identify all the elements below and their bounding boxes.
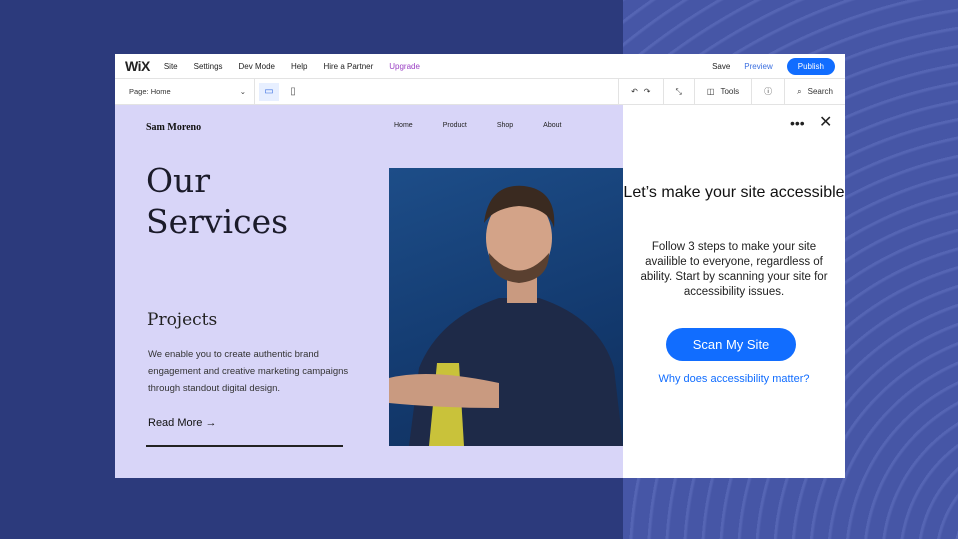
wix-logo: WiX [125,58,150,74]
undo-redo: ↶ ↷ [618,79,662,104]
tools-label: Tools [720,87,740,96]
why-accessibility-link[interactable]: Why does accessibility matter? [623,373,845,385]
search-icon: ⌕ [797,86,802,96]
search-label: Search [807,87,833,96]
help-icon[interactable]: ⓘ [751,79,784,104]
portrait-photo [389,168,623,446]
page-title: Our Services [146,161,289,241]
accessibility-panel: ••• ✕ Let’s make your site accessible Fo… [623,105,845,478]
panel-description: Follow 3 steps to make your site availib… [640,241,828,298]
read-more-link[interactable]: Read More → [148,417,216,429]
page-selector[interactable]: Page: Home ⌄ [115,79,255,104]
chevron-down-icon: ⌄ [239,87,246,96]
site-nav: Home Product Shop About [394,122,591,129]
more-options-icon[interactable]: ••• [790,115,805,131]
panel-title: Let’s make your site accessible [623,184,845,201]
desktop-icon[interactable]: ▭ [259,82,279,101]
site-brand: Sam Moreno [146,122,202,133]
page-value: Home [150,87,171,96]
nav-product[interactable]: Product [443,122,467,129]
site-canvas[interactable]: Sam Moreno Home Product Shop About Our Se… [115,105,623,478]
page-label: Page: [129,87,149,96]
tools-icon: ◫ [706,87,715,96]
save-button[interactable]: Save [712,62,730,71]
tools-button[interactable]: ◫ Tools [693,79,751,104]
menu-site[interactable]: Site [164,62,178,71]
zoom-out-icon[interactable]: ⤡ [662,79,694,104]
menu-hire-partner[interactable]: Hire a Partner [323,62,373,71]
nav-home[interactable]: Home [394,122,413,129]
menu-upgrade[interactable]: Upgrade [389,62,420,71]
search-button[interactable]: ⌕ Search [784,79,845,104]
projects-text: We enable you to create authentic brand … [148,349,349,394]
preview-button[interactable]: Preview [744,62,772,71]
undo-icon[interactable]: ↶ [631,87,638,96]
toolbar: Page: Home ⌄ ▭ ▯ ↶ ↷ ⤡ ◫ Tools ⓘ ⌕ Search [115,79,845,105]
divider [146,445,343,447]
nav-shop[interactable]: Shop [497,122,513,129]
menu-settings[interactable]: Settings [194,62,223,71]
projects-heading: Projects [147,310,218,330]
top-bar: WiX Site Settings Dev Mode Help Hire a P… [115,54,845,79]
menu-help[interactable]: Help [291,62,307,71]
nav-about[interactable]: About [543,122,561,129]
menu-dev-mode[interactable]: Dev Mode [239,62,275,71]
mobile-icon[interactable]: ▯ [283,83,303,101]
scan-site-button[interactable]: Scan My Site [666,328,796,361]
editor-window: WiX Site Settings Dev Mode Help Hire a P… [115,54,845,478]
close-icon[interactable]: ✕ [819,112,832,132]
redo-icon[interactable]: ↷ [644,87,651,96]
publish-button[interactable]: Publish [786,57,835,75]
